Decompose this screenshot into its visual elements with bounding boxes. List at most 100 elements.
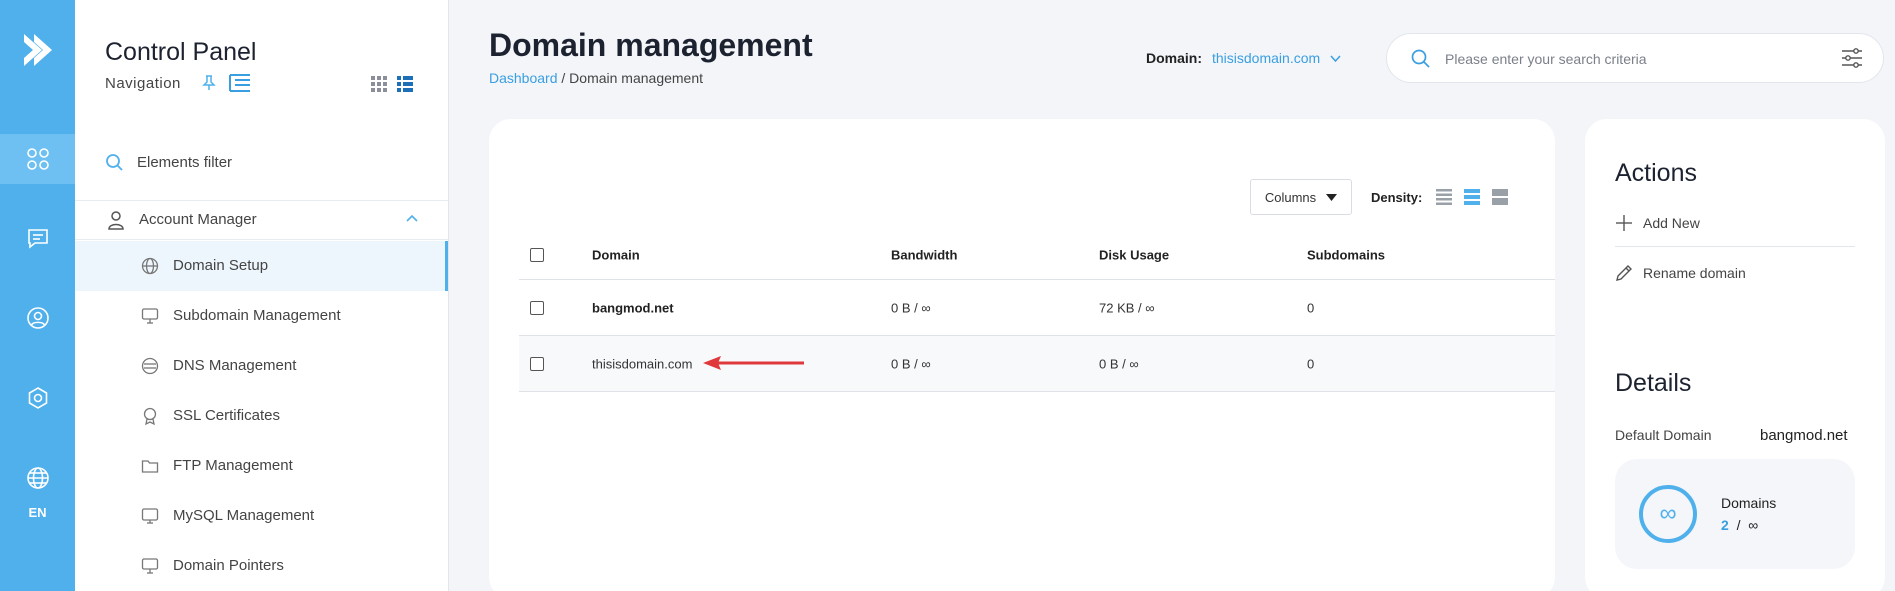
- elements-filter[interactable]: Elements filter: [105, 153, 232, 171]
- navigation-panel: Control Panel Navigation Elements filter: [75, 0, 449, 591]
- chevron-up-icon: [406, 214, 418, 222]
- pointer-icon: [141, 558, 159, 574]
- domain-selector-value[interactable]: thisisdomain.com: [1212, 50, 1320, 66]
- row-domain[interactable]: thisisdomain.com: [592, 356, 692, 371]
- icon-rail: EN: [0, 0, 75, 591]
- default-domain-label: Default Domain: [1615, 427, 1712, 443]
- language-label[interactable]: EN: [0, 505, 75, 520]
- domains-stat-label: Domains: [1721, 495, 1777, 511]
- row-subdomains: 0: [1307, 356, 1315, 371]
- details-title: Details: [1615, 369, 1692, 397]
- breadcrumb-current: Domain management: [569, 70, 704, 86]
- settings-icon: [28, 387, 47, 409]
- nav-item-domain-pointers[interactable]: Domain Pointers: [75, 541, 448, 591]
- nav-item-label: DNS Management: [173, 357, 297, 374]
- logo[interactable]: [0, 0, 75, 100]
- columns-button[interactable]: Columns: [1250, 179, 1352, 215]
- rail-messages[interactable]: [0, 213, 75, 263]
- domain-selector[interactable]: Domain: thisisdomain.com: [1146, 50, 1341, 66]
- density-standard-icon[interactable]: [1464, 189, 1481, 205]
- grid-view-icon[interactable]: [371, 76, 387, 92]
- row-subdomains: 0: [1307, 300, 1315, 315]
- search-input[interactable]: [1445, 46, 1805, 72]
- domains-used: 2: [1721, 517, 1729, 533]
- globe-icon: [141, 257, 159, 275]
- default-domain-value: bangmod.net: [1760, 427, 1848, 444]
- nav-item-subdomain-management[interactable]: Subdomain Management: [75, 291, 448, 341]
- breadcrumb: Dashboard / Domain management: [489, 70, 703, 86]
- nav-subtitle: Navigation: [105, 75, 181, 92]
- nav-item-dns-management[interactable]: DNS Management: [75, 341, 448, 391]
- filter-sliders-icon[interactable]: [1841, 48, 1863, 68]
- logo-icon: [23, 34, 52, 66]
- domains-limit: ∞: [1748, 517, 1759, 533]
- rail-apps[interactable]: [0, 134, 75, 184]
- row-checkbox[interactable]: [530, 356, 544, 371]
- chevron-down-icon: [1330, 54, 1341, 62]
- add-new-button[interactable]: Add New: [1615, 199, 1855, 247]
- nav-group-label: Account Manager: [139, 211, 257, 228]
- tree-list-icon[interactable]: [228, 73, 252, 93]
- elements-filter-label: Elements filter: [137, 153, 233, 171]
- nav-item-ftp-management[interactable]: FTP Management: [75, 441, 448, 491]
- message-icon: [27, 229, 48, 249]
- user-icon: [108, 211, 124, 230]
- row-bandwidth: 0 B / ∞: [891, 356, 931, 371]
- search-icon: [1411, 49, 1430, 68]
- dns-icon: [141, 357, 159, 375]
- nav-item-domain-setup[interactable]: Domain Setup: [75, 241, 448, 291]
- add-new-label: Add New: [1643, 214, 1700, 231]
- density-control: Density:: [1371, 189, 1509, 205]
- apps-icon: [26, 148, 49, 170]
- user-circle-icon: [26, 307, 49, 329]
- actions-title: Actions: [1615, 159, 1697, 187]
- column-header-bandwidth[interactable]: Bandwidth: [891, 247, 957, 262]
- row-disk-usage: 0 B / ∞: [1099, 356, 1139, 371]
- nav-group-account-manager[interactable]: Account Manager: [75, 200, 448, 240]
- rename-domain-button[interactable]: Rename domain: [1615, 249, 1855, 297]
- list-view-icon[interactable]: [397, 76, 413, 92]
- domains-table: Domain Bandwidth Disk Usage Subdomains b…: [519, 230, 1555, 392]
- select-all-checkbox[interactable]: [530, 247, 544, 262]
- column-header-subdomains[interactable]: Subdomains: [1307, 247, 1385, 262]
- table-row[interactable]: bangmod.net 0 B / ∞ 72 KB / ∞ 0: [519, 280, 1555, 336]
- table-row[interactable]: thisisdomain.com 0 B / ∞ 0 B / ∞ 0: [519, 336, 1555, 392]
- nav-item-ssl-certificates[interactable]: SSL Certificates: [75, 391, 448, 441]
- row-bandwidth: 0 B / ∞: [891, 300, 931, 315]
- nav-item-mysql-management[interactable]: MySQL Management: [75, 491, 448, 541]
- row-disk-usage: 72 KB / ∞: [1099, 300, 1155, 315]
- row-checkbox[interactable]: [530, 300, 544, 315]
- domains-card: Columns Density: Domain Bandwidth Disk U…: [489, 119, 1555, 591]
- density-compact-icon[interactable]: [1436, 189, 1453, 205]
- plus-icon: [1616, 214, 1632, 231]
- search-icon: [106, 154, 123, 171]
- column-header-disk-usage[interactable]: Disk Usage: [1099, 247, 1169, 262]
- monitor-icon: [141, 308, 159, 324]
- infinity-icon: ∞: [1639, 485, 1697, 543]
- breadcrumb-dashboard-link[interactable]: Dashboard: [489, 70, 558, 86]
- caret-down-icon: [1326, 193, 1338, 201]
- globe-icon: [26, 467, 49, 489]
- domains-stat-value: 2 / ∞: [1721, 517, 1758, 533]
- domain-selector-label: Domain:: [1146, 50, 1202, 66]
- database-icon: [141, 508, 159, 524]
- rail-settings[interactable]: [0, 373, 75, 423]
- column-header-domain[interactable]: Domain: [592, 247, 640, 262]
- density-label: Density:: [1371, 189, 1423, 205]
- ftp-folder-icon: [141, 460, 159, 473]
- rail-language[interactable]: [0, 453, 75, 503]
- certificate-icon: [143, 407, 157, 425]
- nav-title: Control Panel: [105, 38, 257, 66]
- search-box: [1386, 33, 1884, 83]
- nav-item-label: SSL Certificates: [173, 407, 280, 424]
- pencil-icon: [1616, 265, 1632, 281]
- rail-account[interactable]: [0, 293, 75, 343]
- density-comfortable-icon[interactable]: [1492, 189, 1509, 205]
- domains-stat: ∞ Domains 2 / ∞: [1615, 459, 1855, 569]
- nav-item-label: Domain Setup: [173, 257, 269, 274]
- page-title: Domain management: [489, 27, 813, 63]
- nav-item-label: Subdomain Management: [173, 307, 341, 324]
- nav-item-label: Domain Pointers: [173, 557, 284, 574]
- row-domain[interactable]: bangmod.net: [592, 300, 674, 315]
- pin-icon[interactable]: [202, 75, 216, 91]
